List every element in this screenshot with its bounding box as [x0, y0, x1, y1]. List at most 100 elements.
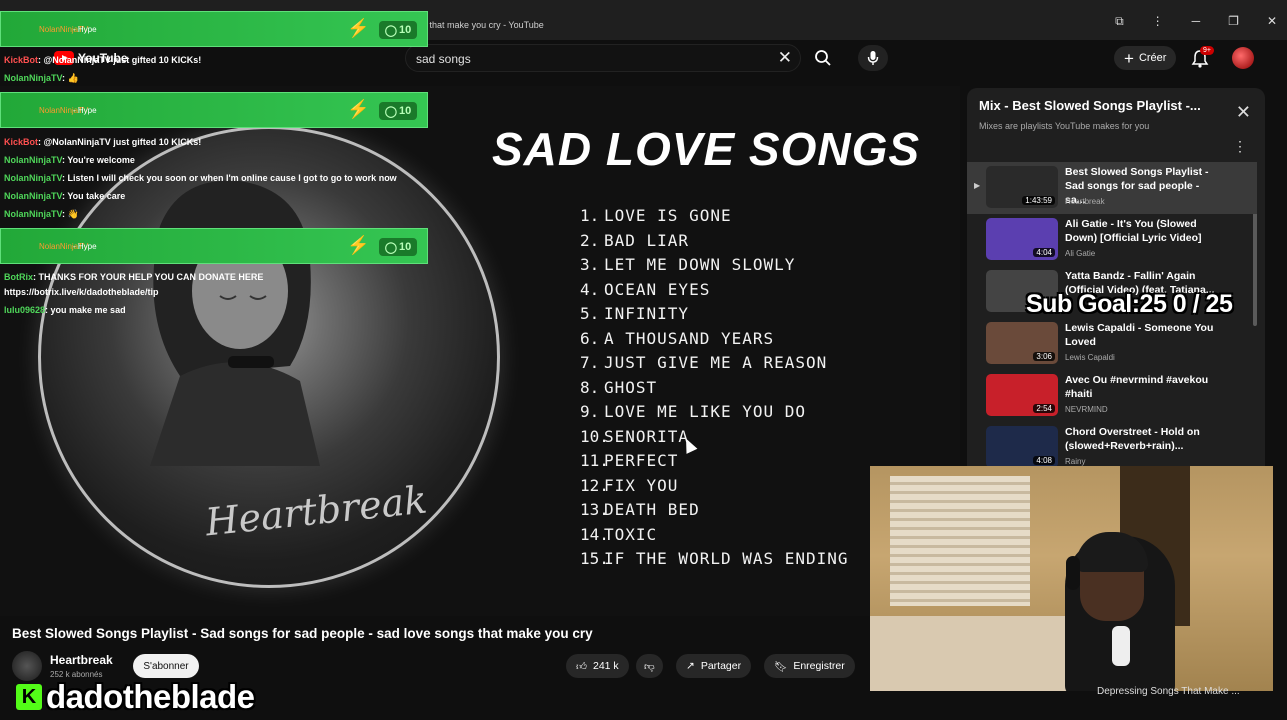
video-headline: SAD LOVE SONGS — [492, 123, 921, 175]
hype-label: - Hype — [73, 25, 97, 34]
hype-train-bar: NolanNinjaTV - Hype ⚡ ◯ 10 — [0, 92, 428, 128]
chat-message: lulu09628: you make me sad — [4, 305, 126, 315]
mic-icon — [867, 51, 879, 65]
song-item: 6. A THOUSAND YEARS — [580, 328, 775, 348]
playlist-item[interactable]: ▶ 1:43:59 Best Slowed Songs Playlist - S… — [967, 162, 1257, 214]
song-item: 3. LET ME DOWN SLOWLY — [580, 255, 796, 274]
hype-train-bar: NolanNinjaTV - Hype ⚡ ◯ 10 — [0, 228, 428, 264]
sub-goal-counter: Sub Goal:25 0 / 25 — [1026, 290, 1233, 318]
song-item: 9. LOVE ME LIKE YOU DO — [580, 402, 807, 421]
playlist-item-channel: Rainy — [1065, 457, 1086, 466]
share-label: Partager — [700, 660, 742, 672]
song-item: 11. PERFECT — [580, 451, 679, 470]
plus-icon: + — [1124, 48, 1134, 68]
window-controls: ⧉ ⋮ ─ ❐ ✕ — [1115, 14, 1277, 29]
coin-icon: ◯ — [384, 24, 398, 37]
playlist-item-title: Chord Overstreet - Hold on (slowed+Rever… — [1065, 426, 1200, 452]
duration-badge: 4:04 — [1033, 248, 1055, 257]
mix-playlist-panel: Mix - Best Slowed Songs Playlist -... Mi… — [967, 88, 1265, 478]
hype-count: ◯ 10 — [379, 238, 417, 256]
chat-message: BotRix: THANKS FOR YOUR HELP YOU CAN DON… — [4, 272, 264, 282]
notification-count-badge: 9+ — [1200, 46, 1214, 55]
chat-message: NolanNinjaTV: 👍 — [4, 73, 79, 83]
video-thumbnail: 1:43:59 — [986, 166, 1058, 208]
song-item: 14. TOXIC — [580, 524, 658, 544]
channel-name[interactable]: Heartbreak — [50, 653, 113, 667]
coin-icon: ◯ — [384, 241, 398, 254]
song-item: 2. BAD LIAR — [580, 230, 690, 250]
duration-badge: 3:06 — [1033, 352, 1055, 361]
mix-title: Mix - Best Slowed Songs Playlist -... — [979, 98, 1201, 113]
video-player[interactable]: Heartbreak SAD LOVE SONGS 1. LOVE IS GONE… — [0, 86, 960, 616]
chat-message: KickBot: @NolanNinjaTV just gifted 10 KI… — [4, 137, 202, 147]
lightning-icon: ⚡ — [347, 235, 370, 255]
subscribe-button[interactable]: S'abonner — [133, 654, 199, 678]
duration-badge: 4:08 — [1033, 456, 1055, 465]
search-input[interactable]: sad songs ✕ — [405, 44, 801, 72]
mix-subtitle: Mixes are playlists YouTube makes for yo… — [979, 121, 1150, 131]
playlist-item[interactable]: 2:54 Avec Ou #nevrmind #avekou #haiti NE… — [967, 370, 1257, 422]
song-item: 1. LOVE IS GONE — [580, 206, 732, 225]
chat-message: NolanNinjaTV: Listen I will check you so… — [4, 173, 397, 183]
kick-logo-icon: K — [16, 684, 42, 710]
thumbs-up-icon: 👍︎ — [576, 660, 587, 673]
more-options-icon[interactable]: ⋮ — [1233, 138, 1247, 155]
now-playing-icon: ▶ — [974, 181, 981, 190]
video-thumbnail: 3:06 — [986, 322, 1058, 364]
close-window-icon[interactable]: ✕ — [1267, 14, 1277, 29]
video-thumbnail: 4:08 — [986, 426, 1058, 468]
chat-message: NolanNinjaTV: You're welcome — [4, 155, 135, 165]
chat-message: https://botrix.live/k/dadotheblade/tip — [4, 287, 159, 297]
create-button[interactable]: + Créer — [1114, 46, 1177, 70]
song-list: 1. LOVE IS GONE 2. BAD LIAR 3. LET ME DOWN … — [580, 206, 849, 574]
song-item: 10. SENORITA — [580, 426, 690, 446]
duration-badge: 2:54 — [1033, 404, 1055, 413]
create-label: Créer — [1138, 52, 1167, 64]
streamer-tag: K dadotheblade — [16, 678, 255, 716]
playlist-item-channel: NEVRMIND — [1065, 405, 1108, 414]
streamer-webcam — [870, 466, 1273, 691]
song-item: 15. IF THE WORLD WAS ENDING — [580, 549, 849, 568]
playlist-item-title-peek: Depressing Songs That Make ... — [1097, 686, 1240, 697]
chat-message: KickBot: @NolanNinjaTV just gifted 10 KI… — [4, 55, 202, 65]
hype-count: ◯ 10 — [379, 21, 417, 39]
bookmark-icon: 🔖︎ — [774, 660, 788, 673]
channel-avatar[interactable] — [12, 651, 42, 681]
dislike-button[interactable]: 👎︎ — [636, 654, 663, 678]
playlist-item[interactable]: 4:04 Ali Gatie - It's You (Slowed Down) … — [967, 214, 1257, 266]
more-vert-icon[interactable]: ⋮ — [1152, 14, 1164, 29]
sad-girl-illustration — [150, 180, 320, 466]
duration-badge: 1:43:59 — [1022, 196, 1055, 205]
song-item: 12. FIX YOU — [580, 475, 679, 495]
share-button[interactable]: ↗ Partager — [676, 654, 752, 678]
headphones-icon — [1066, 556, 1080, 590]
search-button[interactable] — [806, 45, 840, 71]
minimize-icon[interactable]: ─ — [1192, 14, 1201, 29]
playlist-item[interactable]: 3:06 Lewis Capaldi - Someone You Loved L… — [967, 318, 1257, 370]
thumbs-down-icon: 👎︎ — [644, 660, 655, 673]
restore-icon[interactable]: ❐ — [1228, 14, 1239, 29]
voice-search-button[interactable] — [858, 45, 888, 71]
song-item: 4. OCEAN EYES — [580, 279, 711, 299]
hype-label: - Hype — [73, 106, 97, 115]
song-item: 13. DEATH BED — [580, 500, 700, 519]
hype-count: ◯ 10 — [379, 102, 417, 120]
clear-search-icon[interactable]: ✕ — [778, 48, 792, 68]
close-panel-icon[interactable]: ✕ — [1236, 102, 1251, 123]
extensions-icon[interactable]: ⧉ — [1115, 14, 1124, 29]
chat-message: NolanNinjaTV: You take care — [4, 191, 126, 201]
lightning-icon: ⚡ — [347, 18, 370, 38]
video-title: Best Slowed Songs Playlist - Sad songs f… — [12, 626, 593, 641]
playlist-item-title: Lewis Capaldi - Someone You Loved — [1065, 322, 1214, 348]
playlist-item-title: Avec Ou #nevrmind #avekou #haiti — [1065, 374, 1209, 400]
video-thumbnail: 2:54 — [986, 374, 1058, 416]
hype-label: - Hype — [73, 242, 97, 251]
song-item: 8. GHOST — [580, 377, 658, 397]
like-button[interactable]: 👍︎ 241 k — [566, 654, 629, 678]
account-avatar[interactable] — [1232, 47, 1254, 69]
share-icon: ↗ — [686, 660, 695, 672]
song-item: 5. INFINITY — [580, 304, 690, 323]
save-button[interactable]: 🔖︎ Enregistrer — [764, 654, 855, 678]
like-count: 241 k — [592, 660, 619, 672]
playlist-item-channel: Ali Gatie — [1065, 249, 1096, 258]
